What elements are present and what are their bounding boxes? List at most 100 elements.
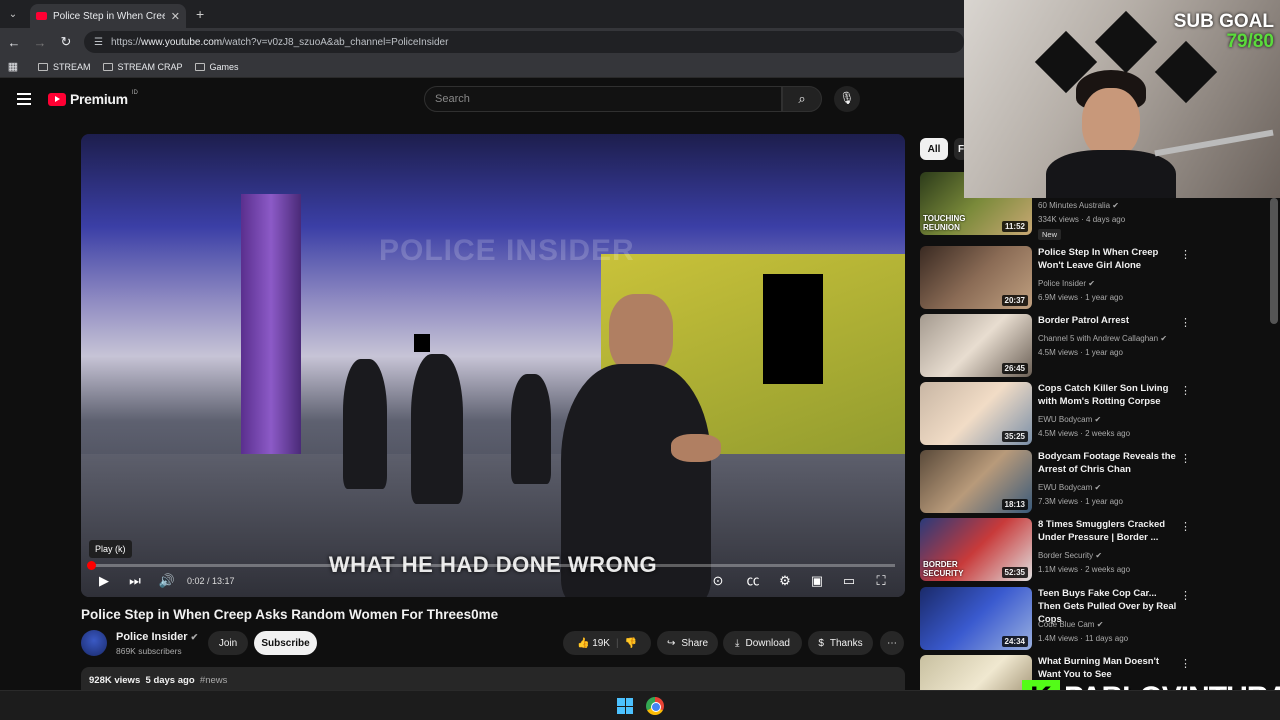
bookmark-games[interactable]: Games <box>194 62 239 72</box>
thumbnail-text: TOUCHING REUNION <box>923 214 966 232</box>
share-button[interactable]: ↪ Share <box>657 631 718 655</box>
forward-arrow-icon[interactable]: → <box>28 35 52 50</box>
youtube-favicon-icon <box>36 12 47 20</box>
thumbs-up-icon: 👍 <box>576 637 590 649</box>
more-actions-icon[interactable]: ⋯ <box>880 631 904 655</box>
microphone-arm <box>1154 129 1274 157</box>
recommendation-item[interactable]: 26:45 Border Patrol Arrest Channel 5 with … <box>920 314 1200 378</box>
hashtag-link[interactable]: #news <box>200 675 227 686</box>
channel-name[interactable]: Police Insider ✔ <box>116 631 198 643</box>
play-icon[interactable]: ▶ <box>93 572 115 590</box>
more-options-icon[interactable]: ⋮ <box>1180 248 1191 261</box>
back-arrow-icon[interactable]: ← <box>2 35 26 50</box>
menu-hamburger-icon[interactable] <box>17 93 31 105</box>
channel-name-text: Police Insider <box>116 631 188 643</box>
recommendation-title[interactable]: Border Patrol Arrest <box>1038 314 1178 327</box>
like-button[interactable]: 👍 19K <box>577 638 610 649</box>
recommendation-channel[interactable]: EWU Bodycam ✔ <box>1038 415 1101 424</box>
bookmark-stream-crap[interactable]: STREAM CRAP <box>102 62 183 72</box>
browser-tab[interactable]: Police Step in When Creep Asks ✕ <box>30 4 186 28</box>
verified-check-icon: ✔ <box>1088 279 1095 288</box>
windows-taskbar <box>0 690 1280 720</box>
tab-search-chevron-icon[interactable]: ⌄ <box>0 9 26 20</box>
miniplayer-icon[interactable]: ▣ <box>806 572 828 590</box>
upload-age: 5 days ago <box>145 675 195 686</box>
folder-icon <box>194 62 205 71</box>
url-field[interactable]: ☰ https://www.youtube.com/watch?v=v0zJ8_… <box>84 31 964 53</box>
captions-icon[interactable]: ㏄ <box>742 572 764 590</box>
recommendation-channel[interactable]: Channel 5 with Andrew Callaghan ✔ <box>1038 334 1167 343</box>
site-info-icon[interactable]: ☰ <box>94 37 103 48</box>
youtube-premium-logo[interactable]: Premium ID <box>48 90 138 107</box>
video-thumbnail[interactable]: BORDER SECURITY 52:35 <box>920 518 1032 581</box>
more-options-icon[interactable]: ⋮ <box>1180 384 1191 397</box>
video-thumbnail[interactable]: 24:34 <box>920 587 1032 650</box>
video-thumbnail[interactable]: 20:37 <box>920 246 1032 309</box>
more-options-icon[interactable]: ⋮ <box>1180 316 1191 329</box>
video-frame <box>81 134 905 597</box>
autoplay-toggle-icon[interactable]: ⊙ <box>707 572 729 590</box>
sub-goal-label: SUB GOAL <box>1173 11 1274 32</box>
close-tab-icon[interactable]: ✕ <box>171 10 180 23</box>
recommendation-channel[interactable]: Border Security ✔ <box>1038 551 1102 560</box>
fullscreen-icon[interactable]: ⛶ <box>870 572 892 590</box>
theater-mode-icon[interactable]: ▭ <box>838 572 860 590</box>
more-options-icon[interactable]: ⋮ <box>1180 520 1191 533</box>
search-icon[interactable]: ⌕ <box>782 86 822 112</box>
recommendation-meta: 6.9M views · 1 year ago <box>1038 293 1123 302</box>
search-input[interactable]: Search <box>424 86 782 112</box>
video-thumbnail[interactable]: 26:45 <box>920 314 1032 377</box>
volume-icon[interactable]: 🔊 <box>156 572 178 590</box>
reload-icon[interactable]: ↻ <box>54 34 78 50</box>
officer-figure <box>511 374 551 484</box>
recommendation-item[interactable]: 35:25 Cops Catch Killer Son Living with M… <box>920 382 1200 446</box>
recommendation-channel[interactable]: 60 Minutes Australia ✔ <box>1038 201 1119 210</box>
video-thumbnail[interactable]: 35:25 <box>920 382 1032 445</box>
like-count: 19K <box>592 637 610 649</box>
sidebar-scrollbar[interactable] <box>1270 198 1278 324</box>
channel-avatar[interactable] <box>81 630 107 656</box>
recommendation-title[interactable]: What Burning Man Doesn't Want You to See <box>1038 655 1178 681</box>
new-badge: New <box>1038 229 1062 240</box>
progress-bar[interactable] <box>91 564 895 567</box>
chip-all[interactable]: All <box>920 138 948 160</box>
microphone-icon[interactable]: 🎙 <box>834 86 860 112</box>
recommendation-title[interactable]: Police Step In When Creep Won't Leave Gi… <box>1038 246 1178 272</box>
apps-grid-icon[interactable]: ▦ <box>0 60 26 73</box>
view-count: 928K views <box>89 675 141 686</box>
recommendation-item[interactable]: 20:37 Police Step In When Creep Won't Lea… <box>920 246 1200 310</box>
download-button[interactable]: ⤓ Download <box>723 631 802 655</box>
url-text: https://www.youtube.com/watch?v=v0zJ8_sz… <box>111 37 448 48</box>
folder-icon <box>102 62 113 71</box>
thanks-button[interactable]: $ Thanks <box>808 631 873 655</box>
recommendation-title[interactable]: Bodycam Footage Reveals the Arrest of Ch… <box>1038 450 1178 476</box>
download-label: Download <box>745 637 790 649</box>
recommendation-item[interactable]: BORDER SECURITY 52:35 8 Times Smugglers Cr… <box>920 518 1200 582</box>
thanks-label: Thanks <box>829 637 863 649</box>
recommendation-title[interactable]: 8 Times Smugglers Cracked Under Pressure… <box>1038 518 1178 544</box>
settings-gear-icon[interactable]: ⚙ <box>774 572 796 590</box>
join-button[interactable]: Join <box>208 631 248 655</box>
video-thumbnail[interactable]: 18:13 <box>920 450 1032 513</box>
recommendation-channel[interactable]: EWU Bodycam ✔ <box>1038 483 1101 492</box>
more-options-icon[interactable]: ⋮ <box>1180 452 1191 465</box>
chrome-taskbar-icon[interactable] <box>646 697 664 715</box>
thumbs-down-icon[interactable]: 👎 <box>625 638 637 649</box>
recommendation-title[interactable]: Cops Catch Killer Son Living with Mom's … <box>1038 382 1178 408</box>
windows-start-icon[interactable] <box>617 698 633 714</box>
streamer-head <box>1082 88 1140 158</box>
scrubber-handle[interactable] <box>87 561 96 570</box>
bookmark-stream[interactable]: STREAM <box>38 62 91 72</box>
next-icon[interactable]: ⏭ <box>124 572 146 590</box>
more-options-icon[interactable]: ⋮ <box>1180 589 1191 602</box>
recommendation-channel[interactable]: Police Insider ✔ <box>1038 279 1095 288</box>
recommendation-item[interactable]: 24:34 Teen Buys Fake Cop Car... Then Gets… <box>920 587 1200 651</box>
subscribe-button[interactable]: Subscribe <box>254 631 317 655</box>
recommendation-item[interactable]: 18:13 Bodycam Footage Reveals the Arrest … <box>920 450 1200 514</box>
more-options-icon[interactable]: ⋮ <box>1180 657 1191 670</box>
new-tab-icon[interactable]: + <box>196 6 204 22</box>
channel-text: EWU Bodycam <box>1038 483 1093 492</box>
recommendation-channel[interactable]: Code Blue Cam ✔ <box>1038 620 1103 629</box>
recommendation-meta: 7.3M views · 1 year ago <box>1038 497 1123 506</box>
video-player[interactable]: POLICE INSIDER WHAT HE HAD DONE WRONG Pl… <box>81 134 905 597</box>
